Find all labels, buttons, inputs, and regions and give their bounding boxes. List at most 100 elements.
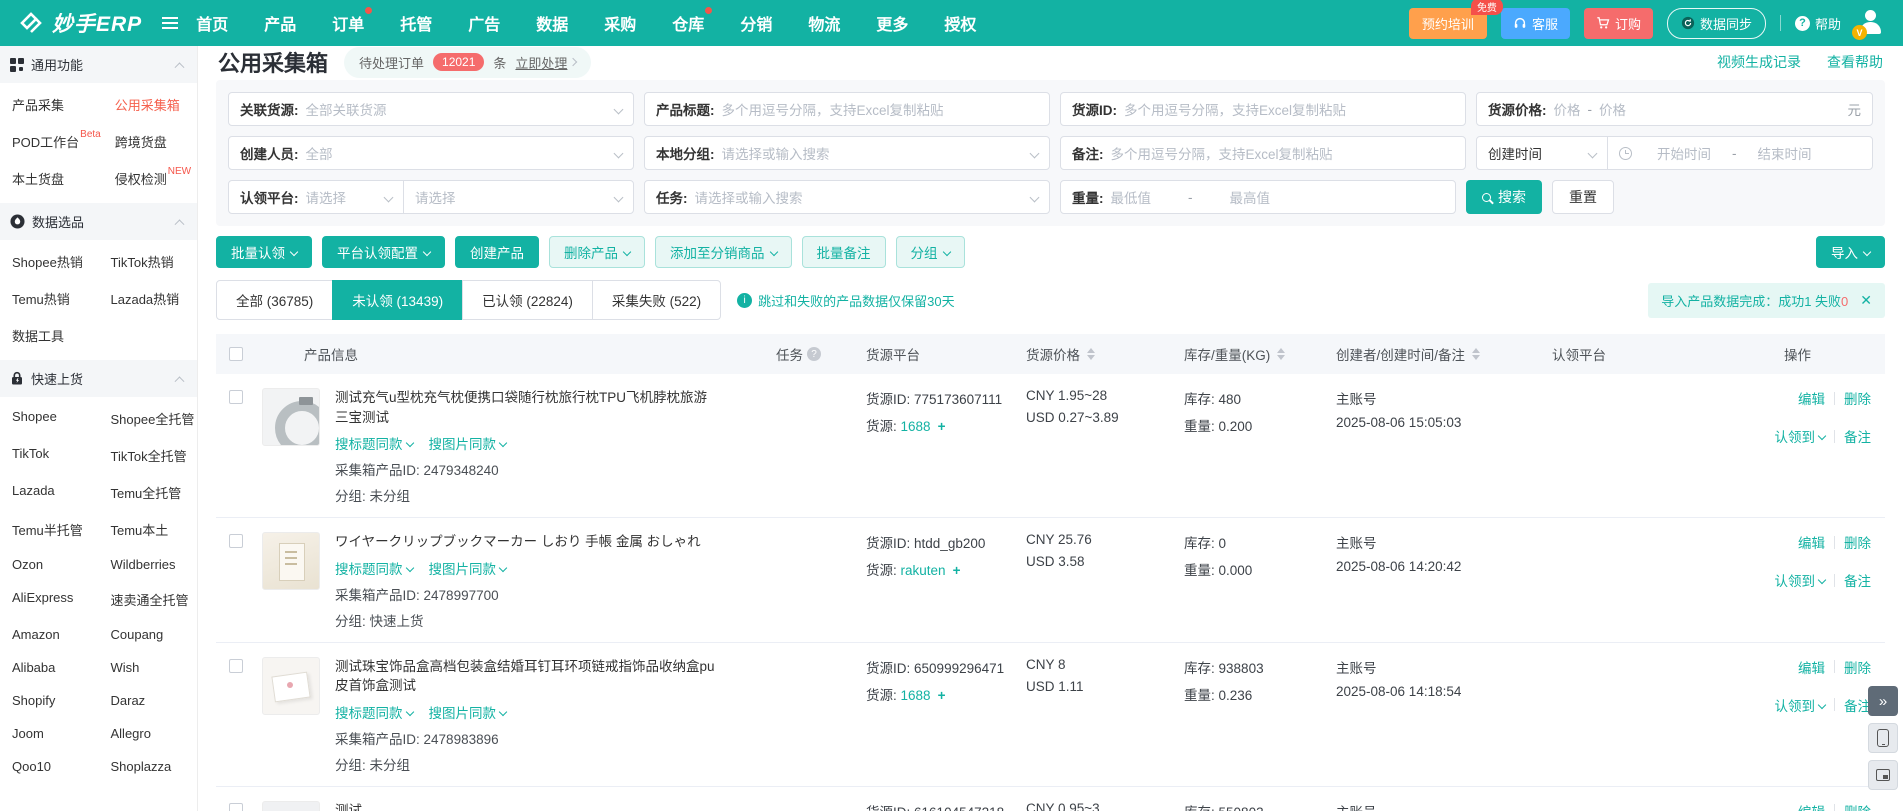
search-same-image-link[interactable]: 搜图片同款 (429, 702, 507, 722)
claim-shop-select[interactable]: 请选择 (403, 180, 634, 214)
edit-link[interactable]: 编辑 (1798, 532, 1825, 552)
add-to-distribution-button[interactable]: 添加至分销商品 (655, 236, 792, 268)
support-button[interactable]: 客服 (1501, 8, 1570, 39)
sidebar-item[interactable]: 速卖通全托管 (99, 581, 198, 618)
row-checkbox[interactable] (229, 659, 243, 673)
claim-to-link[interactable]: 认领到 (1775, 426, 1826, 446)
sidebar-item[interactable]: Allegro (99, 717, 198, 750)
source-link[interactable]: rakuten (901, 563, 946, 578)
order-button[interactable]: 订购 (1584, 8, 1653, 39)
batch-note-button[interactable]: 批量备注 (802, 236, 886, 268)
status-tab[interactable]: 未认领 (13439) (332, 280, 463, 320)
group-button[interactable]: 分组 (896, 236, 965, 268)
remark-input[interactable]: 备注: 多个用逗号分隔，支持Excel复制粘贴 (1060, 136, 1466, 170)
sidebar-item[interactable]: Shopee热销 (0, 243, 99, 280)
source-price-range[interactable]: 货源价格: 价格 - 价格 元 (1476, 92, 1873, 126)
product-title-input[interactable]: 产品标题: 多个用逗号分隔，支持Excel复制粘贴 (644, 92, 1050, 126)
add-source-icon[interactable]: + (953, 563, 961, 578)
source-id-input[interactable]: 货源ID: 多个用逗号分隔，支持Excel复制粘贴 (1060, 92, 1466, 126)
time-type-select[interactable]: 创建时间 (1476, 136, 1608, 170)
source-link[interactable]: 1688 (901, 688, 931, 703)
sidebar-item[interactable]: Ozon (0, 548, 99, 581)
claim-platform-select[interactable]: 认领平台: 请选择 (228, 180, 404, 214)
create-product-button[interactable]: 创建产品 (455, 236, 539, 268)
sidebar-item[interactable]: 公用采集箱 (103, 86, 197, 123)
sidebar-item[interactable]: Shopee全托管 (99, 400, 198, 437)
process-now-link[interactable]: 立即处理 (515, 53, 576, 72)
expand-panel-button[interactable]: » (1868, 686, 1898, 716)
sidebar-section-data-picking[interactable]: 数据选品 (0, 203, 197, 240)
sidebar-item[interactable]: POD工作台Beta (0, 123, 103, 160)
search-same-image-link[interactable]: 搜图片同款 (429, 433, 507, 453)
sidebar-item[interactable]: Amazon (0, 618, 99, 651)
sidebar-item[interactable]: Temu本土 (99, 511, 198, 548)
sort-icon[interactable] (1277, 348, 1285, 360)
sidebar-item[interactable]: 本土货盘 (0, 160, 103, 197)
search-same-title-link[interactable]: 搜标题同款 (335, 702, 413, 722)
search-same-title-link[interactable]: 搜标题同款 (335, 433, 413, 453)
menu-toggle-icon[interactable] (162, 22, 178, 24)
sidebar-item[interactable]: Shopee (0, 400, 99, 437)
sidebar-item[interactable]: 数据工具 (0, 317, 99, 354)
sidebar-item[interactable]: Joom (0, 717, 99, 750)
edit-link[interactable]: 编辑 (1798, 388, 1825, 408)
product-image[interactable] (262, 801, 320, 811)
product-image[interactable] (262, 657, 320, 715)
nav-item[interactable]: 物流 (808, 11, 840, 35)
product-image[interactable] (262, 532, 320, 590)
claim-to-link[interactable]: 认领到 (1775, 570, 1826, 590)
import-button[interactable]: 导入 (1816, 236, 1885, 268)
batch-claim-button[interactable]: 批量认领 (216, 236, 312, 268)
nav-item[interactable]: 更多 (876, 11, 908, 35)
col-creator[interactable]: 创建者/创建时间/备注 (1336, 344, 1552, 364)
sidebar-item[interactable]: Coupang (99, 618, 198, 651)
sidebar-item[interactable]: Shopify (0, 684, 99, 717)
sidebar-item[interactable]: Wildberries (99, 548, 198, 581)
nav-item[interactable]: 授权 (944, 11, 976, 35)
source-link[interactable]: 1688 (901, 419, 931, 434)
note-link[interactable]: 备注 (1844, 695, 1871, 715)
nav-item[interactable]: 首页 (196, 11, 228, 35)
view-help-link[interactable]: 查看帮助 (1827, 52, 1883, 72)
video-record-link[interactable]: 视频生成记录 (1717, 52, 1801, 72)
note-link[interactable]: 备注 (1844, 570, 1871, 590)
date-range-picker[interactable]: 开始时间 - 结束时间 (1607, 136, 1873, 170)
delete-product-button[interactable]: 删除产品 (549, 236, 645, 268)
sidebar-item[interactable]: 跨境货盘 (103, 123, 197, 160)
sidebar-item[interactable]: Shoplazza (99, 750, 198, 783)
sidebar-section-common[interactable]: 通用功能 (0, 46, 197, 83)
col-price[interactable]: 货源价格 (1026, 344, 1184, 364)
sidebar-item[interactable]: TikTok全托管 (99, 437, 198, 474)
sidebar-item[interactable]: Lazada热销 (99, 280, 198, 317)
nav-item[interactable]: 分销 (740, 11, 772, 35)
product-image[interactable] (262, 388, 320, 446)
sidebar-item[interactable]: TikTok热销 (99, 243, 198, 280)
nav-item[interactable]: 产品 (264, 11, 296, 35)
data-sync-button[interactable]: 数据同步 (1667, 8, 1766, 39)
close-icon[interactable]: ✕ (1860, 292, 1872, 309)
sidebar-section-quick-listing[interactable]: 快速上货 (0, 360, 197, 397)
sidebar-item[interactable]: Alibaba (0, 651, 99, 684)
search-same-image-link[interactable]: 搜图片同款 (429, 558, 507, 578)
status-tab[interactable]: 已认领 (22824) (462, 280, 593, 320)
row-checkbox[interactable] (229, 803, 243, 811)
note-link[interactable]: 备注 (1844, 426, 1871, 446)
delete-link[interactable]: 删除 (1844, 657, 1871, 677)
help-button[interactable]: ? 帮助 (1795, 14, 1841, 33)
claim-to-link[interactable]: 认领到 (1775, 695, 1826, 715)
sidebar-item[interactable]: 侵权检测NEW (103, 160, 197, 197)
sidebar-item[interactable]: Lazada (0, 474, 99, 511)
sidebar-item[interactable]: Qoo10 (0, 750, 99, 783)
related-source-select[interactable]: 关联货源: 全部关联货源 (228, 92, 634, 126)
reset-button[interactable]: 重置 (1552, 180, 1614, 214)
nav-item[interactable]: 采购 (604, 11, 636, 35)
col-stock[interactable]: 库存/重量(KG) (1184, 344, 1336, 364)
search-same-title-link[interactable]: 搜标题同款 (335, 558, 413, 578)
nav-item[interactable]: 托管 (400, 11, 432, 35)
creator-select[interactable]: 创建人员: 全部 (228, 136, 634, 170)
question-icon[interactable]: ? (807, 347, 821, 361)
weight-range[interactable]: 重量: 最低值 - 最高值 (1060, 180, 1456, 214)
training-button[interactable]: 预约培训 免费 (1409, 8, 1487, 39)
row-checkbox[interactable] (229, 534, 243, 548)
platform-claim-config-button[interactable]: 平台认领配置 (322, 236, 445, 268)
